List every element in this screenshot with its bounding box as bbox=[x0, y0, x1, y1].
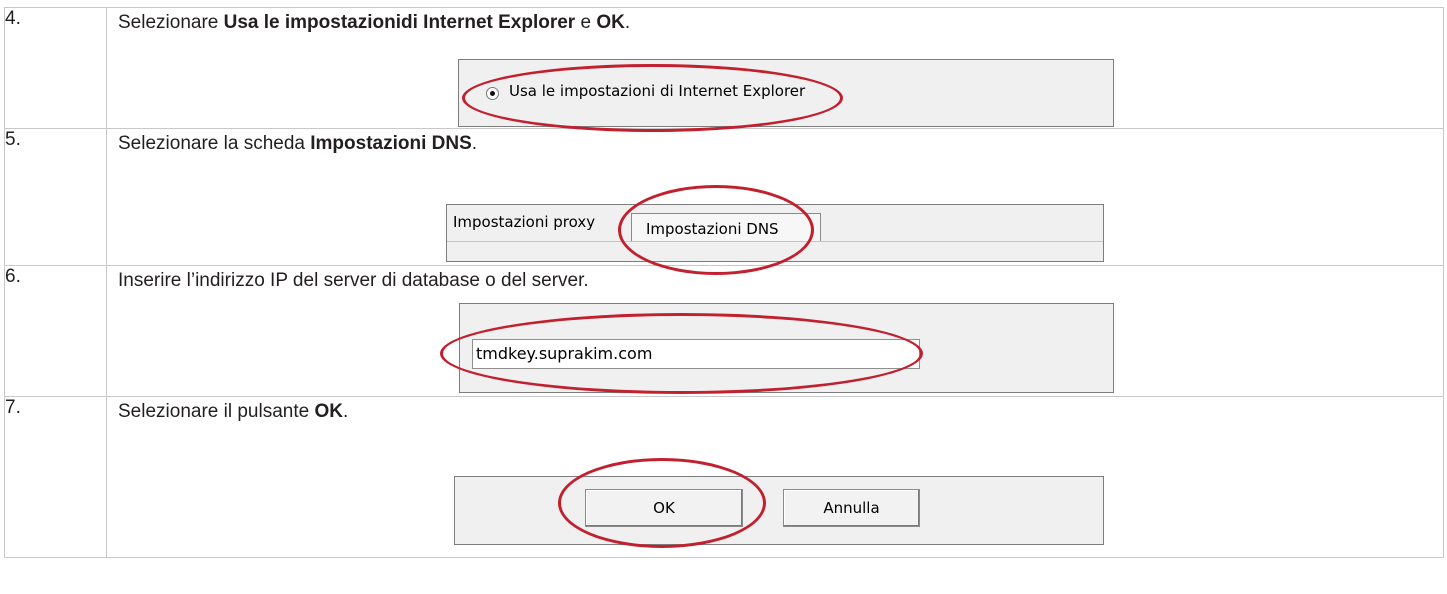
instruction-text: Selezionare bbox=[118, 12, 224, 33]
dialog-buttons-screenshot: OK Annulla bbox=[454, 476, 1104, 545]
instruction-text: . bbox=[471, 133, 478, 154]
instruction-text: e bbox=[575, 12, 597, 33]
instruction-text: . bbox=[624, 12, 631, 33]
step-number: 6. bbox=[4, 265, 107, 397]
step-instruction: Selezionare la scheda Impostazioni DNS. bbox=[107, 129, 1443, 156]
highlight-ellipse bbox=[440, 313, 923, 394]
instruction-text: . bbox=[342, 401, 349, 422]
highlight-ellipse bbox=[462, 64, 843, 132]
instruction-bold: OK bbox=[314, 401, 343, 422]
step-number: 4. bbox=[4, 7, 107, 129]
instruction-text: Selezionare il pulsante bbox=[118, 401, 315, 422]
step-instruction: Inserire l’indirizzo IP del server di da… bbox=[118, 270, 589, 291]
step-row-6: 6. Inserire l’indirizzo IP del server di… bbox=[4, 265, 1444, 397]
instruction-bold: OK bbox=[596, 12, 625, 33]
step-number: 7. bbox=[4, 396, 107, 558]
step-instruction: Selezionare Usa le impostazionidi Intern… bbox=[107, 8, 1443, 35]
step-body: Selezionare Usa le impostazionidi Intern… bbox=[106, 7, 1444, 132]
step-row-4: 4. Selezionare Usa le impostazionidi Int… bbox=[4, 7, 1444, 132]
step-body: Selezionare la scheda Impostazioni DNS. … bbox=[106, 128, 1444, 275]
step-body: Inserire l’indirizzo IP del server di da… bbox=[106, 265, 1444, 397]
steps-table: 4. Selezionare Usa le impostazionidi Int… bbox=[4, 7, 1444, 558]
highlight-ellipse bbox=[618, 185, 814, 275]
instruction-bold: Usa le impostazionidi Internet Explorer bbox=[223, 12, 576, 33]
tab-proxy-settings[interactable]: Impostazioni proxy bbox=[453, 213, 595, 231]
cancel-button[interactable]: Annulla bbox=[783, 489, 920, 527]
step-row-7: 7. Selezionare il pulsante OK. OK Annull… bbox=[4, 396, 1444, 558]
cancel-button-label: Annulla bbox=[823, 499, 880, 517]
step-number: 5. bbox=[4, 128, 107, 266]
instruction-text: Selezionare la scheda bbox=[118, 133, 311, 154]
step-body: Selezionare il pulsante OK. OK Annulla bbox=[106, 396, 1444, 558]
highlight-ellipse bbox=[558, 458, 766, 548]
step-row-5: 5. Selezionare la scheda Impostazioni DN… bbox=[4, 128, 1444, 275]
instruction-bold: Impostazioni DNS bbox=[310, 133, 472, 154]
step-instruction: Selezionare il pulsante OK. bbox=[107, 397, 1443, 424]
